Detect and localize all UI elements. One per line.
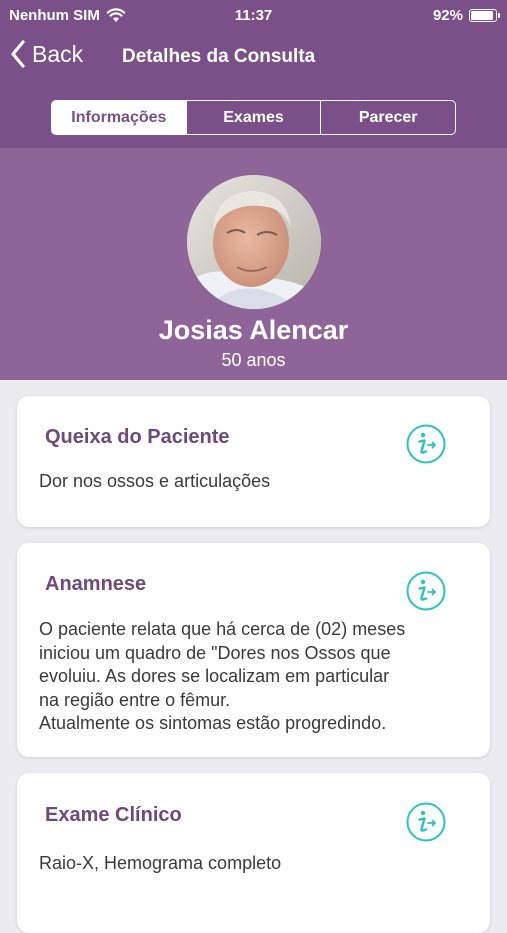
card-queixa: Queixa do Paciente Dor nos ossos e artic… (17, 396, 490, 527)
card-title: Queixa do Paciente (45, 426, 230, 448)
card-body: Raio-X, Hemograma completo (39, 853, 282, 873)
tab-parecer[interactable]: Parecer (320, 101, 455, 134)
status-right: 92% (432, 7, 500, 24)
info-icon[interactable] (406, 802, 446, 842)
page-title: Detalhes da Consulta (122, 46, 316, 67)
patient-age: 50 anos (221, 350, 286, 370)
card-body: Dor nos ossos e articulações (39, 471, 271, 491)
info-icon[interactable] (406, 424, 446, 464)
card-exame-clinico: Exame Clínico Raio-X, Hemograma completo (17, 773, 490, 933)
patient-avatar (187, 175, 321, 309)
nav-bar: Back Detalhes da Consulta (0, 36, 507, 80)
app-header: Nenhum SIM 11:37 92% Back Detalhes da Co… (0, 0, 507, 148)
card-anamnese: Anamnese O paciente relata que há cerca … (17, 543, 490, 757)
card-title: Anamnese (45, 573, 147, 595)
chevron-left-icon (11, 40, 25, 68)
battery-nub (498, 13, 500, 18)
tab-informacoes[interactable]: Informações (52, 101, 186, 134)
back-label: Back (32, 40, 84, 67)
back-button[interactable]: Back (10, 40, 83, 68)
segmented-control: Informações Exames Parecer (51, 100, 456, 135)
patient-name: Josias Alencar (158, 315, 349, 345)
status-time: 11:37 (234, 7, 273, 24)
battery-icon (469, 9, 500, 22)
card-title: Exame Clínico (45, 804, 182, 826)
info-icon[interactable] (406, 571, 446, 611)
battery-fill (471, 11, 493, 20)
patient-profile: Josias Alencar 50 anos (0, 148, 507, 380)
avatar-photo (187, 175, 321, 309)
battery-percent: 92% (432, 7, 463, 24)
tab-exames[interactable]: Exames (185, 101, 321, 134)
card-body: O paciente relata que há cerca de (02) m… (39, 619, 406, 733)
status-bar: Nenhum SIM 11:37 92% (0, 0, 507, 32)
